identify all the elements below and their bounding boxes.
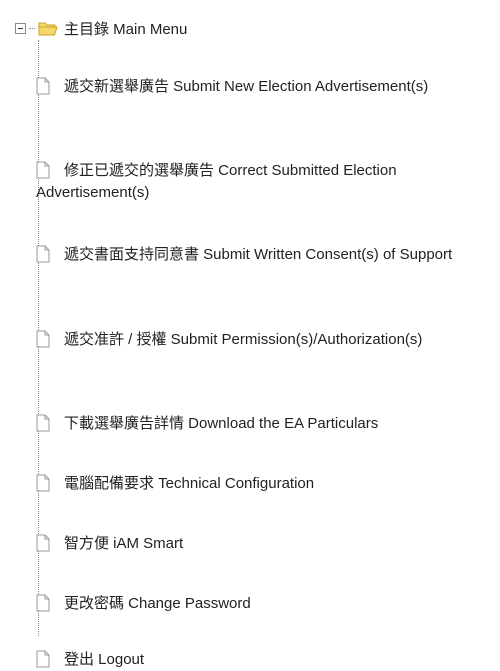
page-icon <box>36 414 50 432</box>
menu-tree: 主目錄 Main Menu 遞交新選舉廣告 Submit New Electio… <box>0 0 500 671</box>
collapse-minus-icon[interactable] <box>15 22 26 34</box>
page-icon <box>36 77 50 95</box>
menu-item-label: 更改密碼 Change Password <box>64 595 251 612</box>
menu-item-label: 下載選舉廣告詳情 Download the EA Particulars <box>64 415 379 432</box>
menu-item-logout[interactable]: 登出 Logout <box>36 649 500 671</box>
page-icon <box>36 330 50 348</box>
menu-item-iam-smart[interactable]: 智方便 iAM Smart <box>36 533 500 555</box>
menu-item-download-ea-particulars[interactable]: 下載選舉廣告詳情 Download the EA Particulars <box>36 413 500 435</box>
menu-item-technical-configuration[interactable]: 電腦配備要求 Technical Configuration <box>36 473 500 495</box>
menu-item-submit-written-consent[interactable]: 遞交書面支持同意書 Submit Written Consent(s) of S… <box>36 244 500 266</box>
menu-item-label: 遞交准許 / 授權 Submit Permission(s)/Authoriza… <box>64 331 423 348</box>
menu-item-label: 智方便 iAM Smart <box>64 535 184 552</box>
menu-item-change-password[interactable]: 更改密碼 Change Password <box>36 593 500 615</box>
menu-item-submit-new-ea[interactable]: 遞交新選舉廣告 Submit New Election Advertisemen… <box>36 76 500 98</box>
menu-item-correct-submitted-ea[interactable]: 修正已遞交的選舉廣告 Correct Submitted Election Ad… <box>36 160 500 204</box>
menu-item-label: 修正已遞交的選舉廣告 Correct Submitted Election Ad… <box>36 162 397 201</box>
page-icon <box>36 650 50 668</box>
page-icon <box>36 161 50 179</box>
tree-connector <box>29 27 35 29</box>
menu-item-label: 電腦配備要求 Technical Configuration <box>64 475 315 492</box>
menu-item-submit-permission[interactable]: 遞交准許 / 授權 Submit Permission(s)/Authoriza… <box>36 329 500 351</box>
menu-item-label: 遞交新選舉廣告 Submit New Election Advertisemen… <box>64 78 429 95</box>
page-icon <box>36 534 50 552</box>
open-folder-icon <box>38 22 58 36</box>
page-icon <box>36 474 50 492</box>
page-icon <box>36 245 50 263</box>
tree-root-label: 主目錄 Main Menu <box>64 20 188 38</box>
menu-item-label: 遞交書面支持同意書 Submit Written Consent(s) of S… <box>64 246 453 263</box>
page-icon <box>36 594 50 612</box>
menu-item-label: 登出 Logout <box>64 651 145 668</box>
tree-root-main-menu[interactable]: 主目錄 Main Menu <box>15 17 187 39</box>
